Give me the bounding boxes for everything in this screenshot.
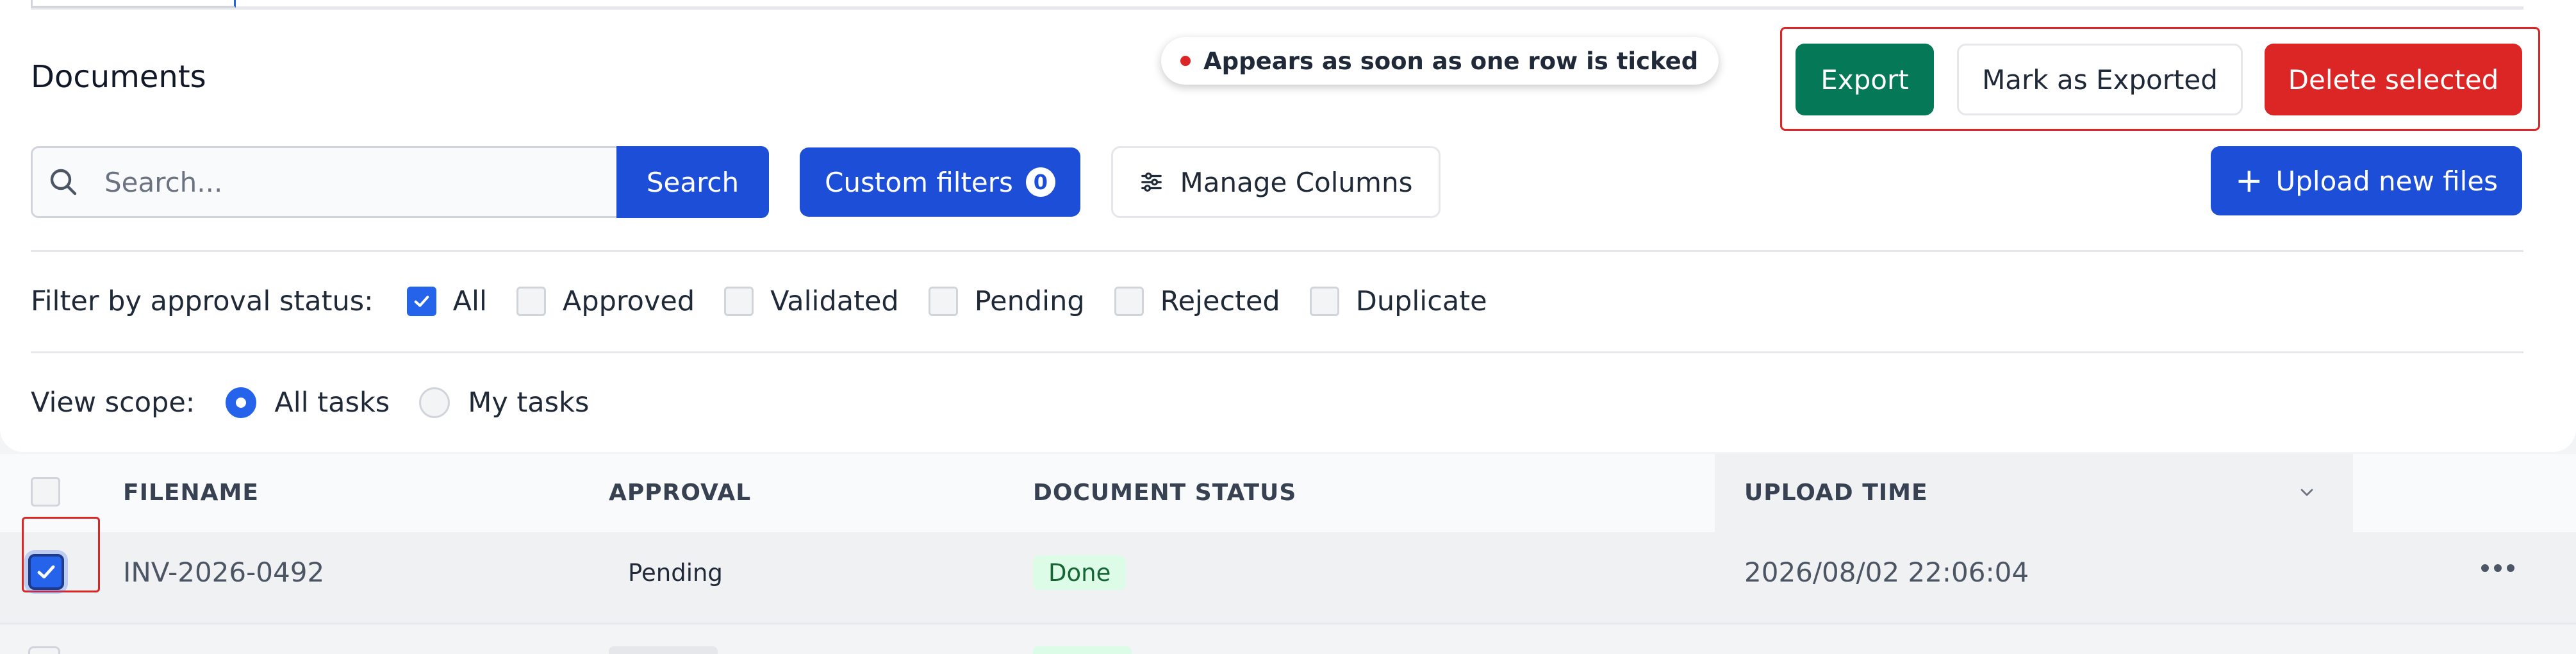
mark-as-exported-button[interactable]: Mark as Exported bbox=[1957, 44, 2243, 115]
custom-filters-count-badge: 0 bbox=[1025, 167, 1055, 197]
checkbox-validated[interactable] bbox=[724, 287, 754, 316]
scope-option-label: My tasks bbox=[468, 387, 590, 419]
next-row-status bbox=[1033, 646, 1132, 654]
column-header-filename[interactable]: FILENAME bbox=[123, 480, 259, 506]
selection-hint: Appears as soon as one row is ticked bbox=[1161, 37, 1719, 85]
plus-icon: + bbox=[2234, 162, 2263, 200]
search-input[interactable] bbox=[104, 166, 604, 198]
filter-option-label: Approved bbox=[562, 285, 695, 317]
tab-active[interactable] bbox=[31, 0, 236, 8]
page-card: Documents Appears as soon as one row is … bbox=[0, 0, 2576, 452]
export-button[interactable]: Export bbox=[1796, 44, 1934, 115]
filter-option-label: All bbox=[452, 285, 487, 317]
search-field[interactable] bbox=[31, 146, 618, 218]
approval-filter: Filter by approval status: All Approved … bbox=[31, 282, 1517, 321]
search-button[interactable]: Search bbox=[616, 146, 769, 218]
manage-columns-button[interactable]: Manage Columns bbox=[1111, 146, 1441, 218]
custom-filters-label: Custom filters bbox=[825, 166, 1013, 198]
status-badge: Done bbox=[1033, 555, 1127, 590]
check-icon bbox=[414, 296, 429, 307]
checkbox-pending[interactable] bbox=[928, 287, 958, 316]
scope-label: View scope: bbox=[31, 387, 195, 419]
filter-option-label: Duplicate bbox=[1355, 285, 1487, 317]
tab-underline bbox=[31, 6, 2523, 10]
filter-option-label: Validated bbox=[770, 285, 899, 317]
row-checkbox[interactable] bbox=[28, 554, 64, 590]
filter-option-pending[interactable]: Pending bbox=[928, 285, 1085, 317]
radio-my-tasks[interactable] bbox=[419, 387, 450, 418]
checkbox-all[interactable] bbox=[406, 287, 436, 316]
filter-option-all[interactable]: All bbox=[406, 285, 487, 317]
more-icon[interactable] bbox=[2481, 564, 2514, 572]
checkbox-approved[interactable] bbox=[516, 287, 546, 316]
select-all-checkbox[interactable] bbox=[31, 477, 60, 507]
chevron-down-icon[interactable] bbox=[2297, 482, 2317, 503]
view-scope: View scope: All tasks My tasks bbox=[31, 383, 618, 422]
filter-option-label: Pending bbox=[974, 285, 1085, 317]
manage-columns-label: Manage Columns bbox=[1180, 166, 1413, 198]
hint-dot-icon bbox=[1180, 56, 1191, 66]
divider bbox=[31, 250, 2523, 252]
upload-label: Upload new files bbox=[2275, 165, 2498, 197]
filter-option-label: Rejected bbox=[1160, 285, 1280, 317]
column-header-upload-time[interactable]: UPLOAD TIME bbox=[1744, 480, 1928, 506]
checkbox-rejected[interactable] bbox=[1114, 287, 1144, 316]
delete-selected-button[interactable]: Delete selected bbox=[2265, 44, 2522, 115]
sliders-icon bbox=[1141, 172, 1162, 192]
cell-filename[interactable]: INV-2026-0492 bbox=[123, 557, 324, 588]
filter-option-approved[interactable]: Approved bbox=[516, 285, 695, 317]
checkbox-duplicate[interactable] bbox=[1309, 287, 1339, 316]
cell-upload-time: 2026/08/02 22:06:04 bbox=[1744, 557, 2029, 588]
next-row-approval bbox=[609, 646, 718, 654]
next-row-checkbox[interactable] bbox=[28, 646, 60, 654]
page-title: Documents bbox=[31, 59, 206, 95]
filter-option-rejected[interactable]: Rejected bbox=[1114, 285, 1280, 317]
upload-new-files-button[interactable]: + Upload new files bbox=[2211, 146, 2522, 215]
column-header-approval[interactable]: APPROVAL bbox=[609, 480, 751, 506]
filter-label: Filter by approval status: bbox=[31, 285, 374, 317]
scope-option-all-tasks[interactable]: All tasks bbox=[226, 387, 390, 419]
column-header-document-status[interactable]: DOCUMENT STATUS bbox=[1033, 480, 1296, 506]
scope-option-label: All tasks bbox=[274, 387, 390, 419]
hint-text: Appears as soon as one row is ticked bbox=[1203, 47, 1699, 75]
radio-all-tasks[interactable] bbox=[226, 387, 257, 418]
filter-option-validated[interactable]: Validated bbox=[724, 285, 899, 317]
check-icon bbox=[37, 565, 55, 579]
filter-option-duplicate[interactable]: Duplicate bbox=[1309, 285, 1487, 317]
scope-option-my-tasks[interactable]: My tasks bbox=[419, 387, 589, 419]
cell-approval: Pending bbox=[628, 559, 723, 587]
search-icon bbox=[50, 169, 77, 196]
divider bbox=[31, 351, 2523, 353]
custom-filters-button[interactable]: Custom filters 0 bbox=[800, 147, 1080, 217]
table-row[interactable] bbox=[0, 532, 2576, 625]
